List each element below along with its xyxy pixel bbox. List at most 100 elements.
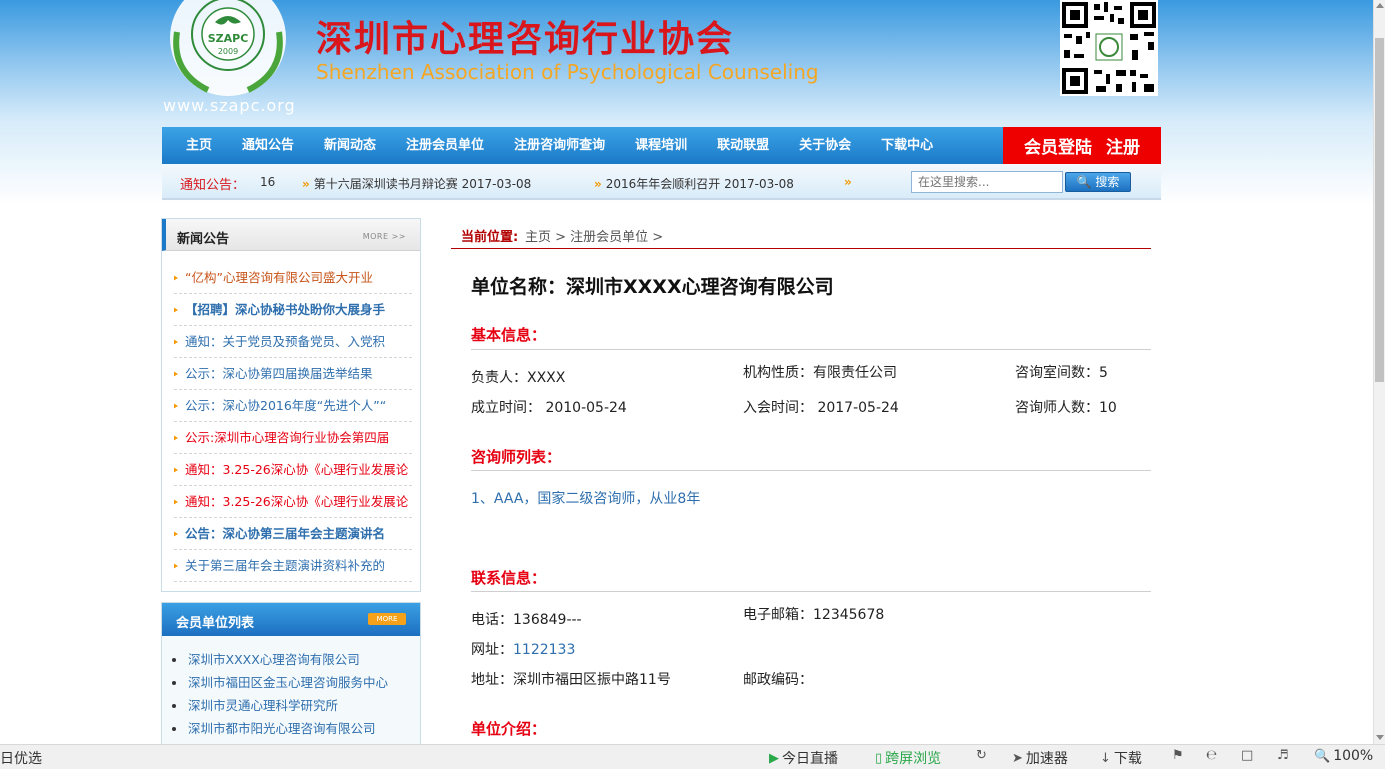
flag-icon[interactable]: ⚑ xyxy=(1172,748,1184,763)
counselors-count-field: 咨询师人数：10 xyxy=(1015,400,1117,416)
website-link[interactable]: 1122133 xyxy=(513,642,575,658)
site-url: www.szapc.org xyxy=(163,96,296,115)
nav-item-member-units[interactable]: 注册会员单位 xyxy=(391,127,499,164)
nav-item-home[interactable]: 主页 xyxy=(162,127,227,164)
breadcrumb: 当前位置: 主页 > 注册会员单位 > xyxy=(451,218,1151,249)
phone-icon: ▯ xyxy=(875,750,883,766)
email-field: 电子邮箱：12345678 xyxy=(743,607,885,623)
nav-item-alliance[interactable]: 联动联盟 xyxy=(702,127,784,164)
download-icon: ↓ xyxy=(1100,750,1111,766)
sidebar-news-header: 新闻公告 MORE >> xyxy=(162,219,420,251)
sidebar-members-panel: 会员单位列表 MORE 深圳市XXXX心理咨询有限公司 深圳市福田区金玉心理咨询… xyxy=(161,602,421,752)
volume-icon[interactable]: ♬ xyxy=(1277,748,1289,763)
news-link[interactable]: 通知：3.25-26深心协《心理行业发展论 xyxy=(182,462,408,477)
nav-item-counselor-search[interactable]: 注册咨询师查询 xyxy=(499,127,620,164)
refresh-icon[interactable]: ↻ xyxy=(976,748,987,763)
list-item[interactable]: 通知：3.25-26深心协《心理行业发展论 xyxy=(174,486,412,518)
sidebar-news-title: 新闻公告 xyxy=(177,232,230,247)
search-button[interactable]: 🔍 搜索 xyxy=(1065,172,1131,192)
list-item[interactable]: 【招聘】深心协秘书处盼你大展身手 xyxy=(174,294,412,326)
list-item[interactable]: 公告：深心协第三届年会主题演讲名 xyxy=(174,518,412,550)
news-link[interactable]: 通知：3.25-26深心协《心理行业发展论 xyxy=(182,494,408,509)
zoom-icon: 🔍 xyxy=(1314,748,1331,764)
notice-count: 16 xyxy=(260,175,276,189)
notice-item[interactable]: » 2016年年会顺利召开 2017-03-08 xyxy=(594,175,794,192)
accelerator-button[interactable]: ➤ 加速器 xyxy=(1012,748,1068,768)
news-link[interactable]: 关于第三届年会主题演讲资料补充的 xyxy=(182,558,385,573)
news-link[interactable]: 公示:深圳市心理咨询行业协会第四届 xyxy=(182,430,389,445)
download-label: 下载 xyxy=(1113,751,1142,767)
breadcrumb-path[interactable]: 主页 > 注册会员单位 > xyxy=(525,226,663,245)
nav-item-downloads[interactable]: 下载中心 xyxy=(866,127,948,164)
nav-item-courses[interactable]: 课程培训 xyxy=(620,127,702,164)
members-more-button[interactable]: MORE xyxy=(368,613,406,625)
address-field: 地址：深圳市福田区振中路11号 xyxy=(471,672,671,688)
list-item[interactable]: 公示:深圳市心理咨询行业协会第四届 xyxy=(174,422,412,454)
scroll-thumb[interactable] xyxy=(1375,38,1384,382)
news-link[interactable]: 【招聘】深心协秘书处盼你大展身手 xyxy=(182,302,385,317)
ie-icon[interactable]: ℮ xyxy=(1206,748,1217,763)
list-item[interactable]: “亿构”心理咨询有限公司盛大开业 xyxy=(174,262,412,294)
member-login-box: 会员登陆 注册 xyxy=(1003,127,1161,164)
crossscreen-button[interactable]: ▯ 跨屏浏览 xyxy=(875,748,941,768)
notice-item-empty: » xyxy=(844,175,856,189)
scroll-down-icon[interactable] xyxy=(1376,735,1384,740)
list-item[interactable]: 关于第三届年会主题演讲资料补充的 xyxy=(174,550,412,582)
site-subtitle: Shenzhen Association of Psychological Co… xyxy=(316,60,819,84)
member-link[interactable]: 深圳市灵通心理科学研究所 xyxy=(170,694,420,717)
news-link[interactable]: 公示：深心协2016年度“先进个人”“ xyxy=(182,398,386,413)
joined-field: 入会时间： 2017-05-24 xyxy=(743,400,899,416)
window-icon[interactable]: □ xyxy=(1241,748,1253,763)
list-item[interactable]: 通知：3.25-26深心协《心理行业发展论 xyxy=(174,454,412,486)
crossscreen-label: 跨屏浏览 xyxy=(885,751,942,767)
live-button[interactable]: ▶ 今日直播 xyxy=(769,748,838,768)
member-link[interactable]: 深圳市福田区金玉心理咨询服务中心 xyxy=(170,671,420,694)
vertical-scrollbar[interactable] xyxy=(1373,0,1385,744)
szapc-logo[interactable]: SZAPC 2009 xyxy=(163,0,293,96)
notice-item-text[interactable]: 第十六届深圳读书月辩论赛 2017-03-08 xyxy=(314,177,532,191)
nav-item-notices[interactable]: 通知公告 xyxy=(227,127,309,164)
zoom-control[interactable]: 🔍 100% xyxy=(1314,748,1373,764)
sidebar-members-header: 会员单位列表 MORE xyxy=(162,603,420,636)
notice-item[interactable]: » 第十六届深圳读书月辩论赛 2017-03-08 xyxy=(302,175,531,192)
member-login-link[interactable]: 会员登陆 xyxy=(1024,133,1092,158)
list-item[interactable]: 公示：深心协第四届换届选举结果 xyxy=(174,358,412,390)
counselor-item[interactable]: 1、AAA，国家二级咨询师，从业8年 xyxy=(471,488,700,508)
divider xyxy=(471,349,1151,350)
nav-item-about[interactable]: 关于协会 xyxy=(784,127,866,164)
rooms-field: 咨询室间数：5 xyxy=(1015,365,1108,381)
breadcrumb-label: 当前位置: xyxy=(461,230,519,245)
news-link[interactable]: 通知：关于党员及预备党员、入党积 xyxy=(182,334,385,349)
news-list: “亿构”心理咨询有限公司盛大开业 【招聘】深心协秘书处盼你大展身手 通知：关于党… xyxy=(162,251,420,582)
divider xyxy=(471,591,1151,592)
notice-label: 通知公告： xyxy=(180,178,246,193)
site-title: 深圳市心理咨询行业协会 xyxy=(316,18,735,60)
news-link[interactable]: 公告：深心协第三届年会主题演讲名 xyxy=(182,526,385,541)
search-icon: 🔍 xyxy=(1076,175,1092,189)
basic-info-title: 基本信息： xyxy=(471,326,547,344)
founded-field: 成立时间： 2010-05-24 xyxy=(471,400,627,416)
search-input[interactable] xyxy=(911,171,1063,193)
status-left-text[interactable]: 日优选 xyxy=(0,748,42,768)
notice-item-text[interactable]: 2016年年会顺利召开 2017-03-08 xyxy=(606,177,794,191)
register-link[interactable]: 注册 xyxy=(1106,133,1140,158)
list-item[interactable]: 公示：深心协2016年度“先进个人”“ xyxy=(174,390,412,422)
postcode-field: 邮政编码： xyxy=(743,672,813,688)
list-item[interactable]: 通知：关于党员及预备党员、入党积 xyxy=(174,326,412,358)
download-button[interactable]: ↓ 下载 xyxy=(1100,748,1142,768)
live-label: 今日直播 xyxy=(782,751,838,767)
news-more-link[interactable]: MORE >> xyxy=(363,232,406,241)
divider xyxy=(471,470,1151,471)
member-link[interactable]: 深圳市都市阳光心理咨询有限公司 xyxy=(170,717,420,740)
scroll-up-icon[interactable] xyxy=(1376,3,1384,8)
nav-item-news[interactable]: 新闻动态 xyxy=(309,127,391,164)
rocket-icon: ➤ xyxy=(1012,750,1023,766)
page-title: 单位名称：深圳市XXXX心理咨询有限公司 xyxy=(471,276,834,298)
arrow-icon: » xyxy=(844,175,852,189)
browser-status-bar: 日优选 ▶ 今日直播 ▯ 跨屏浏览 ↻ ➤ 加速器 ↓ 下载 ⚑ ℮ □ ♬ 🔍 100% xyxy=(0,744,1385,769)
member-link[interactable]: 深圳市XXXX心理咨询有限公司 xyxy=(170,648,420,671)
member-list: 深圳市XXXX心理咨询有限公司 深圳市福田区金玉心理咨询服务中心 深圳市灵通心理… xyxy=(162,636,420,751)
news-link[interactable]: “亿构”心理咨询有限公司盛大开业 xyxy=(182,270,373,285)
news-link[interactable]: 公示：深心协第四届换届选举结果 xyxy=(182,366,373,381)
main-nav: 主页 通知公告 新闻动态 注册会员单位 注册咨询师查询 课程培训 联动联盟 关于… xyxy=(162,127,1161,164)
